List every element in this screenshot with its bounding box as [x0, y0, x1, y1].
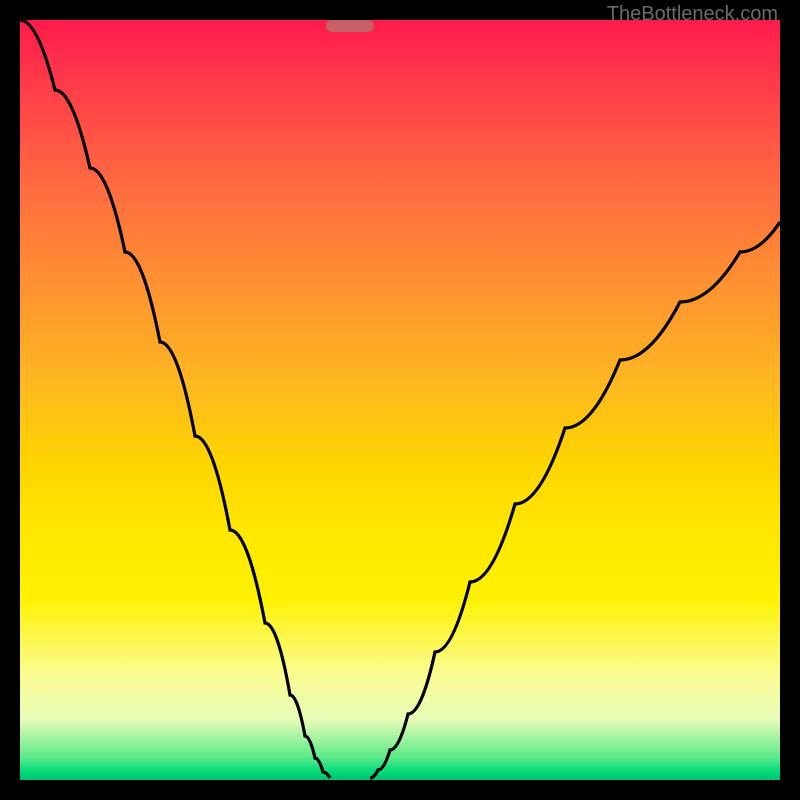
bottleneck-marker — [326, 20, 374, 32]
left-curve — [20, 20, 330, 778]
plot-area — [20, 20, 780, 780]
chart-container: TheBottleneck.com — [0, 0, 800, 800]
attribution-text: TheBottleneck.com — [607, 3, 778, 26]
curves-layer — [20, 20, 780, 780]
right-curve — [370, 222, 780, 778]
